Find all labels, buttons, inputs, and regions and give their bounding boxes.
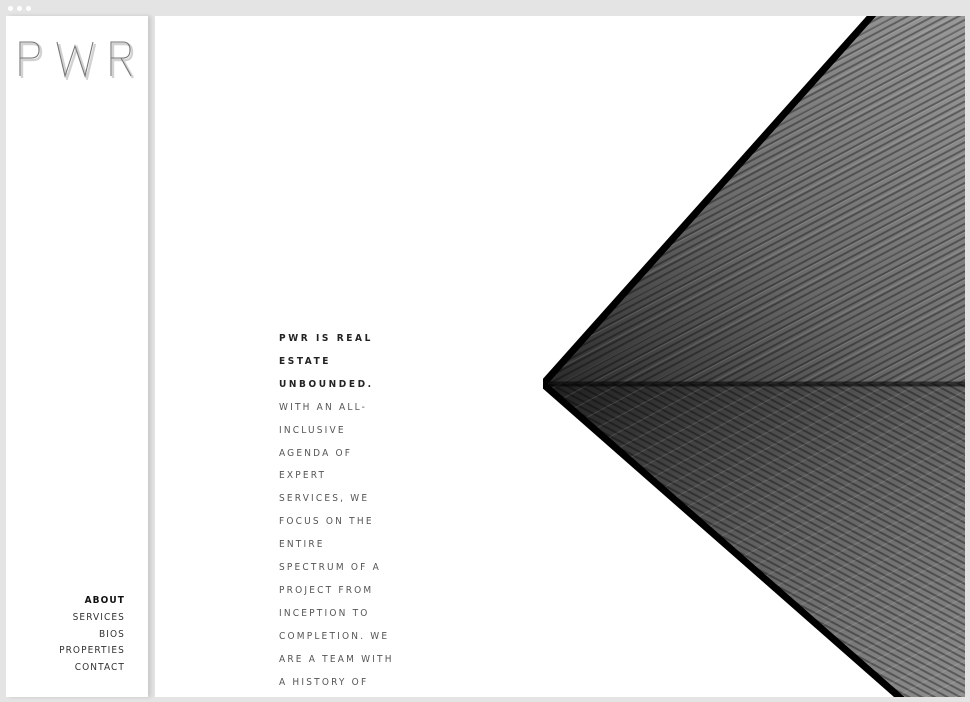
intro-body-line: FOCUS ON THE [279,516,374,528]
nav-item-services[interactable]: SERVICES [59,610,125,627]
intro-body-line: ENTIRE [279,539,325,551]
intro-body-line: AGENDA OF [279,447,353,459]
main-nav: ABOUT SERVICES BIOS PROPERTIES CONTACT [59,593,125,677]
intro-body-line: INCLUSIVE [279,424,346,436]
nav-item-contact[interactable]: CONTACT [59,660,125,677]
pwr-logo[interactable] [17,38,135,83]
intro-body-line: SERVICES, WE [279,493,370,505]
intro-lead-line: ESTATE [279,355,332,367]
intro-body-line: COMPLETION. WE [279,630,390,642]
intro-body-line: ARE A TEAM WITH [279,653,394,665]
intro-body-line: PROJECT FROM [279,584,374,596]
window-titlebar [0,0,970,16]
window-dot-icon [8,6,13,11]
nav-item-about[interactable]: ABOUT [59,593,125,610]
building-facade-photo [538,16,965,697]
intro-body-line: INCEPTION TO [279,607,370,619]
intro-body-line: EXPERT [279,470,327,482]
intro-body-line: SPECTRUM OF A [279,562,381,574]
nav-item-bios[interactable]: BIOS [59,627,125,644]
window-dot-icon [26,6,31,11]
intro-lead-line: PWR IS REAL [279,333,373,344]
intro-body-line: A HISTORY OF [279,676,369,688]
intro-lead-line: UNBOUNDED. [279,378,374,390]
window-dot-icon [17,6,22,11]
nav-item-properties[interactable]: PROPERTIES [59,643,125,660]
main-content: PWR IS REAL ESTATE UNBOUNDED. WITH AN AL… [155,16,965,697]
sidebar: ABOUT SERVICES BIOS PROPERTIES CONTACT [6,16,148,697]
intro-body-line: WITH AN ALL- [279,401,368,413]
intro-text: PWR IS REAL ESTATE UNBOUNDED. WITH AN AL… [279,328,397,695]
